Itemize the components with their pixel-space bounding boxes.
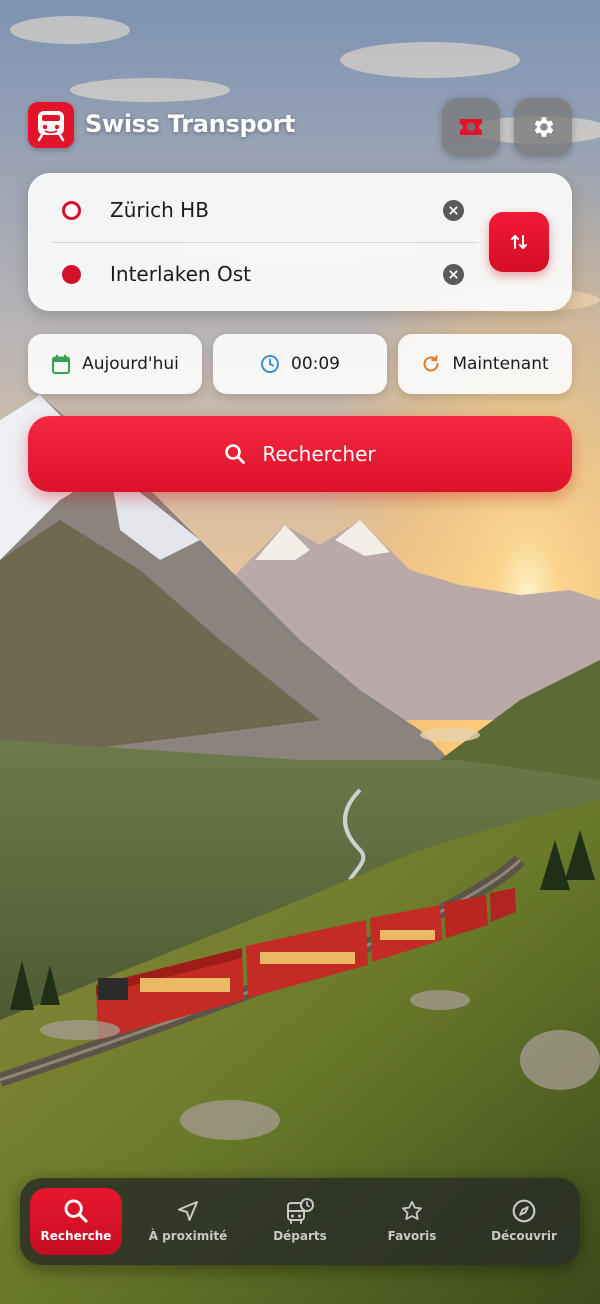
calendar-icon [52,354,71,374]
time-label: 00:09 [291,354,340,374]
ticket-button[interactable] [442,98,500,156]
nav-tab-departs[interactable]: Départs [254,1188,346,1255]
search-button-label: Rechercher [262,442,376,466]
route-card: Zürich HB Interlaken Ost [28,173,572,311]
nav-label: À proximité [148,1229,228,1243]
clock-icon [261,355,279,373]
star-icon [402,1200,422,1220]
gear-icon [534,117,554,137]
nav-tab-a-proximite[interactable]: À proximité [142,1188,234,1255]
close-icon [449,206,458,215]
nav-tab-favoris[interactable]: Favoris [366,1188,458,1255]
search-button[interactable]: Rechercher [28,416,572,492]
nav-tab-decouvrir[interactable]: Découvrir [478,1188,570,1255]
app-title: Swiss Transport [85,110,296,138]
origin-text: Zürich HB [110,198,209,222]
bottom-navigation: Recherche À proximité Départs Favoris Dé… [20,1178,580,1265]
now-label: Maintenant [452,354,549,374]
nav-label: Recherche [40,1229,112,1243]
app-logo [28,102,74,148]
swiss-ticket-icon [460,119,482,135]
clear-origin-button[interactable] [443,200,464,221]
nav-label: Découvrir [491,1229,557,1243]
swap-stops-button[interactable] [489,212,549,272]
nav-tab-recherche[interactable]: Recherche [30,1188,122,1255]
destination-field[interactable]: Interlaken Ost [28,242,478,306]
date-selector[interactable]: Aujourd'hui [28,334,202,394]
train-icon [37,111,65,142]
nav-label: Départs [273,1229,327,1243]
origin-marker-icon [62,201,81,220]
clear-destination-button[interactable] [443,264,464,285]
search-icon [64,1199,88,1223]
location-arrow-icon [178,1201,198,1221]
compass-icon [512,1199,536,1223]
time-selector[interactable]: 00:09 [213,334,387,394]
refresh-icon [423,355,439,372]
search-icon [225,444,246,464]
destination-marker-icon [62,265,81,284]
close-icon [449,270,458,279]
date-label: Aujourd'hui [82,354,179,374]
bus-clock-icon [287,1198,314,1224]
now-button[interactable]: Maintenant [398,334,572,394]
nav-label: Favoris [387,1229,437,1243]
destination-text: Interlaken Ost [110,262,251,286]
origin-field[interactable]: Zürich HB [28,178,478,242]
settings-button[interactable] [514,98,572,156]
swap-arrows-icon [511,235,527,249]
app-header: Swiss Transport [28,98,572,156]
